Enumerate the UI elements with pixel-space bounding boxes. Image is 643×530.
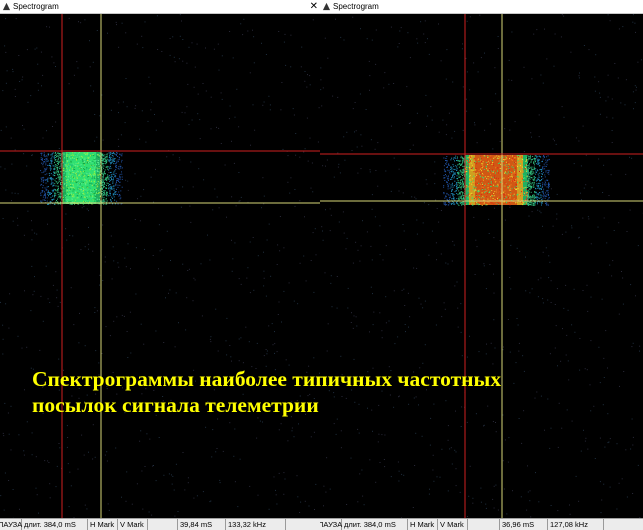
title-bar[interactable]: Spectrogram ✕ [0,0,320,14]
status-empty [148,519,178,530]
close-icon[interactable]: ✕ [310,0,318,13]
status-empty [468,519,500,530]
app-icon [2,2,11,11]
v-mark-button[interactable]: V Mark [438,519,468,530]
status-frequency: 133,32 kHz [226,519,286,530]
status-empty [286,519,320,530]
status-bar: ПАУЗА длит. 384,0 mS H Mark V Mark 39,84… [0,518,320,530]
spectrogram-canvas[interactable] [320,14,643,519]
noise-layer [320,14,643,519]
h-mark-button[interactable]: H Mark [408,519,438,530]
status-frequency: 127,08 kHz [548,519,604,530]
caption-text: Спектрограммы наиболее типичных частотны… [32,367,502,417]
status-empty [604,519,643,530]
status-bar: ПАУЗА длит. 384,0 mS H Mark V Mark 36,96… [320,518,643,530]
window-title: Spectrogram [333,2,379,11]
v-mark-button[interactable]: V Mark [118,519,148,530]
noise-layer [0,14,320,519]
title-bar[interactable]: Spectrogram [320,0,643,14]
signal-burst [443,155,550,206]
spectrogram-plot[interactable] [0,14,320,519]
spectrogram-plot[interactable] [320,14,643,519]
status-time: 39,84 mS [178,519,226,530]
h-mark-button[interactable]: H Mark [88,519,118,530]
status-duration: длит. 384,0 mS [22,519,88,530]
status-time: 36,96 mS [500,519,548,530]
signal-burst [40,152,123,205]
spectrogram-window-left: Spectrogram ✕ ПАУЗА длит. 384,0 mS H Mar… [0,0,320,530]
status-state: ПАУЗА [0,519,22,530]
status-duration: длит. 384,0 mS [342,519,408,530]
status-state: ПАУЗА [320,519,342,530]
spectrogram-canvas[interactable] [0,14,320,519]
spectrogram-window-right: Spectrogram ПАУЗА длит. 384,0 mS H Mark … [320,0,643,530]
window-title: Spectrogram [13,2,59,11]
app-icon [322,2,331,11]
